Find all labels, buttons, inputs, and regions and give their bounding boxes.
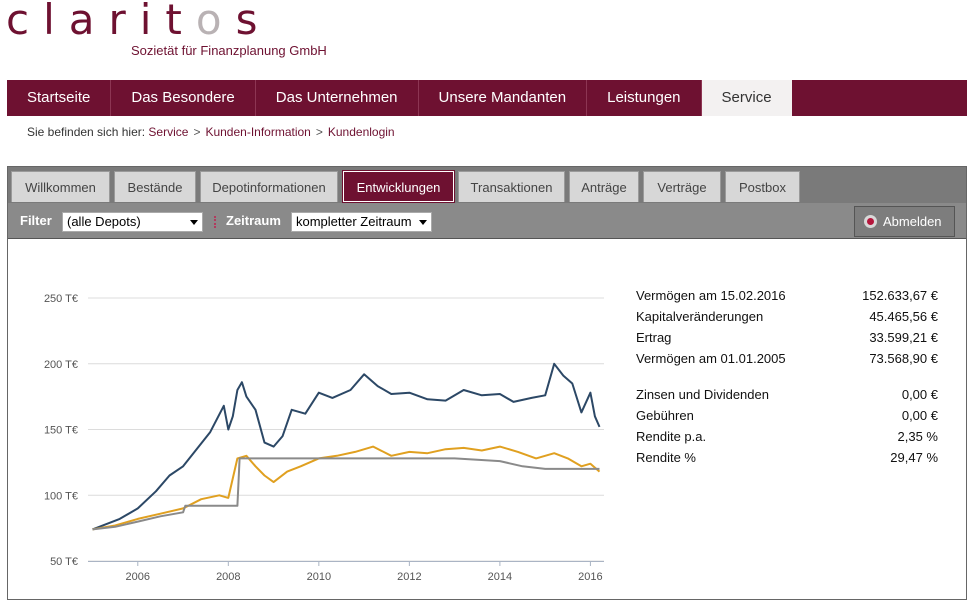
tab-transaktionen[interactable]: Transaktionen bbox=[458, 171, 565, 202]
summary-stats: Vermögen am 15.02.2016 152.633,67 € Kapit… bbox=[636, 286, 938, 469]
breadcrumb-prefix: Sie befinden sich hier: bbox=[27, 125, 146, 139]
main-navigation: Startseite Das Besondere Das Unternehmen… bbox=[7, 80, 967, 116]
nav-item-leistungen[interactable]: Leistungen bbox=[587, 80, 702, 116]
y-tick-label: 150 T€ bbox=[44, 425, 78, 437]
stat-row: Rendite % 29,47 % bbox=[636, 448, 938, 469]
breadcrumb-separator: > bbox=[315, 125, 323, 139]
stat-value: 0,00 € bbox=[901, 387, 938, 402]
breadcrumb-link-kundenlogin[interactable]: Kundenlogin bbox=[328, 125, 395, 139]
y-tick-label: 100 T€ bbox=[44, 490, 78, 502]
x-tick-label: 2010 bbox=[307, 571, 331, 583]
breadcrumb-link-kunden-information[interactable]: Kunden-Information bbox=[205, 125, 310, 139]
stat-spacer bbox=[636, 370, 938, 385]
y-tick-label: 200 T€ bbox=[44, 359, 78, 371]
filter-label: Filter bbox=[20, 213, 52, 228]
customer-panel: Willkommen Bestände Depotinformationen E… bbox=[7, 166, 967, 600]
stat-label: Zinsen und Dividenden bbox=[636, 387, 769, 402]
stat-row: Gebühren 0,00 € bbox=[636, 406, 938, 427]
stat-row: Vermögen am 15.02.2016 152.633,67 € bbox=[636, 286, 938, 307]
stat-label: Vermögen am 15.02.2016 bbox=[636, 288, 786, 303]
stat-label: Vermögen am 01.01.2005 bbox=[636, 351, 786, 366]
filter-bar: Filter (alle Depots) Zeitraum kompletter… bbox=[8, 203, 966, 239]
stat-row: Ertrag 33.599,21 € bbox=[636, 328, 938, 349]
nav-item-unsere-mandanten[interactable]: Unsere Mandanten bbox=[419, 80, 588, 116]
stat-value: 2,35 % bbox=[897, 429, 938, 444]
stat-value: 33.599,21 € bbox=[869, 330, 938, 345]
y-tick-label: 50 T€ bbox=[50, 556, 78, 568]
depot-filter-value: (alle Depots) bbox=[67, 214, 141, 229]
logo-subtitle: Sozietät für Finanzplanung GmbH bbox=[131, 43, 327, 58]
logo-wordmark: claritos bbox=[6, 0, 272, 44]
series-line-3 bbox=[92, 457, 600, 531]
stat-row: Rendite p.a. 2,35 % bbox=[636, 427, 938, 448]
period-value: kompletter Zeitraum bbox=[296, 214, 412, 229]
breadcrumb-link-service[interactable]: Service bbox=[148, 125, 188, 139]
portfolio-development-chart: 50 T€ 100 T€ 150 T€ 200 T€ 250 T€ 2006 2008 201… bbox=[44, 293, 604, 583]
y-tick-label: 250 T€ bbox=[44, 293, 78, 305]
stat-value: 73.568,90 € bbox=[869, 351, 938, 366]
nav-item-startseite[interactable]: Startseite bbox=[7, 80, 112, 116]
stat-label: Gebühren bbox=[636, 408, 694, 423]
breadcrumb-separator: > bbox=[193, 125, 201, 139]
claritos-logo[interactable]: claritos Sozietät für Finanzplanung GmbH bbox=[6, 0, 327, 58]
divider-dots bbox=[214, 216, 216, 228]
stat-row: Zinsen und Dividenden 0,00 € bbox=[636, 385, 938, 406]
logout-label: Abmelden bbox=[883, 214, 942, 229]
tab-willkommen[interactable]: Willkommen bbox=[11, 171, 110, 202]
stat-value: 45.465,56 € bbox=[869, 309, 938, 324]
tab-entwicklungen[interactable]: Entwicklungen bbox=[342, 170, 455, 203]
close-circle-icon bbox=[864, 215, 877, 228]
stat-row: Kapitalveränderungen 45.465,56 € bbox=[636, 307, 938, 328]
stat-value: 29,47 % bbox=[890, 450, 938, 465]
x-tick-label: 2006 bbox=[126, 571, 150, 583]
tab-antraege[interactable]: Anträge bbox=[569, 171, 639, 202]
x-tick-label: 2016 bbox=[578, 571, 602, 583]
stat-label: Rendite p.a. bbox=[636, 429, 707, 444]
logout-button[interactable]: Abmelden bbox=[854, 206, 955, 237]
chevron-down-icon bbox=[419, 220, 427, 225]
chevron-down-icon bbox=[190, 220, 198, 225]
nav-item-das-unternehmen[interactable]: Das Unternehmen bbox=[256, 80, 419, 116]
x-tick-label: 2014 bbox=[488, 571, 512, 583]
tab-bestaende[interactable]: Bestände bbox=[114, 171, 196, 202]
depot-filter-select[interactable]: (alle Depots) bbox=[62, 212, 203, 232]
period-select[interactable]: kompletter Zeitraum bbox=[291, 212, 432, 232]
x-tick-label: 2012 bbox=[397, 571, 421, 583]
stat-value: 0,00 € bbox=[901, 408, 938, 423]
tab-postbox[interactable]: Postbox bbox=[725, 171, 800, 202]
tab-bar: Willkommen Bestände Depotinformationen E… bbox=[8, 167, 966, 203]
nav-item-service[interactable]: Service bbox=[701, 80, 792, 116]
stat-label: Ertrag bbox=[636, 330, 672, 345]
x-tick-label: 2008 bbox=[216, 571, 240, 583]
period-label: Zeitraum bbox=[226, 213, 281, 228]
stat-label: Kapitalveränderungen bbox=[636, 309, 764, 324]
series-line-1 bbox=[92, 362, 601, 531]
stat-row: Vermögen am 01.01.2005 73.568,90 € bbox=[636, 349, 938, 370]
stat-label: Rendite % bbox=[636, 450, 696, 465]
breadcrumb: Sie befinden sich hier: Service > Kunden-I… bbox=[27, 125, 395, 139]
nav-item-das-besondere[interactable]: Das Besondere bbox=[111, 80, 256, 116]
tab-vertraege[interactable]: Verträge bbox=[643, 171, 721, 202]
tab-depotinformationen[interactable]: Depotinformationen bbox=[200, 171, 338, 202]
stat-value: 152.633,67 € bbox=[862, 288, 938, 303]
